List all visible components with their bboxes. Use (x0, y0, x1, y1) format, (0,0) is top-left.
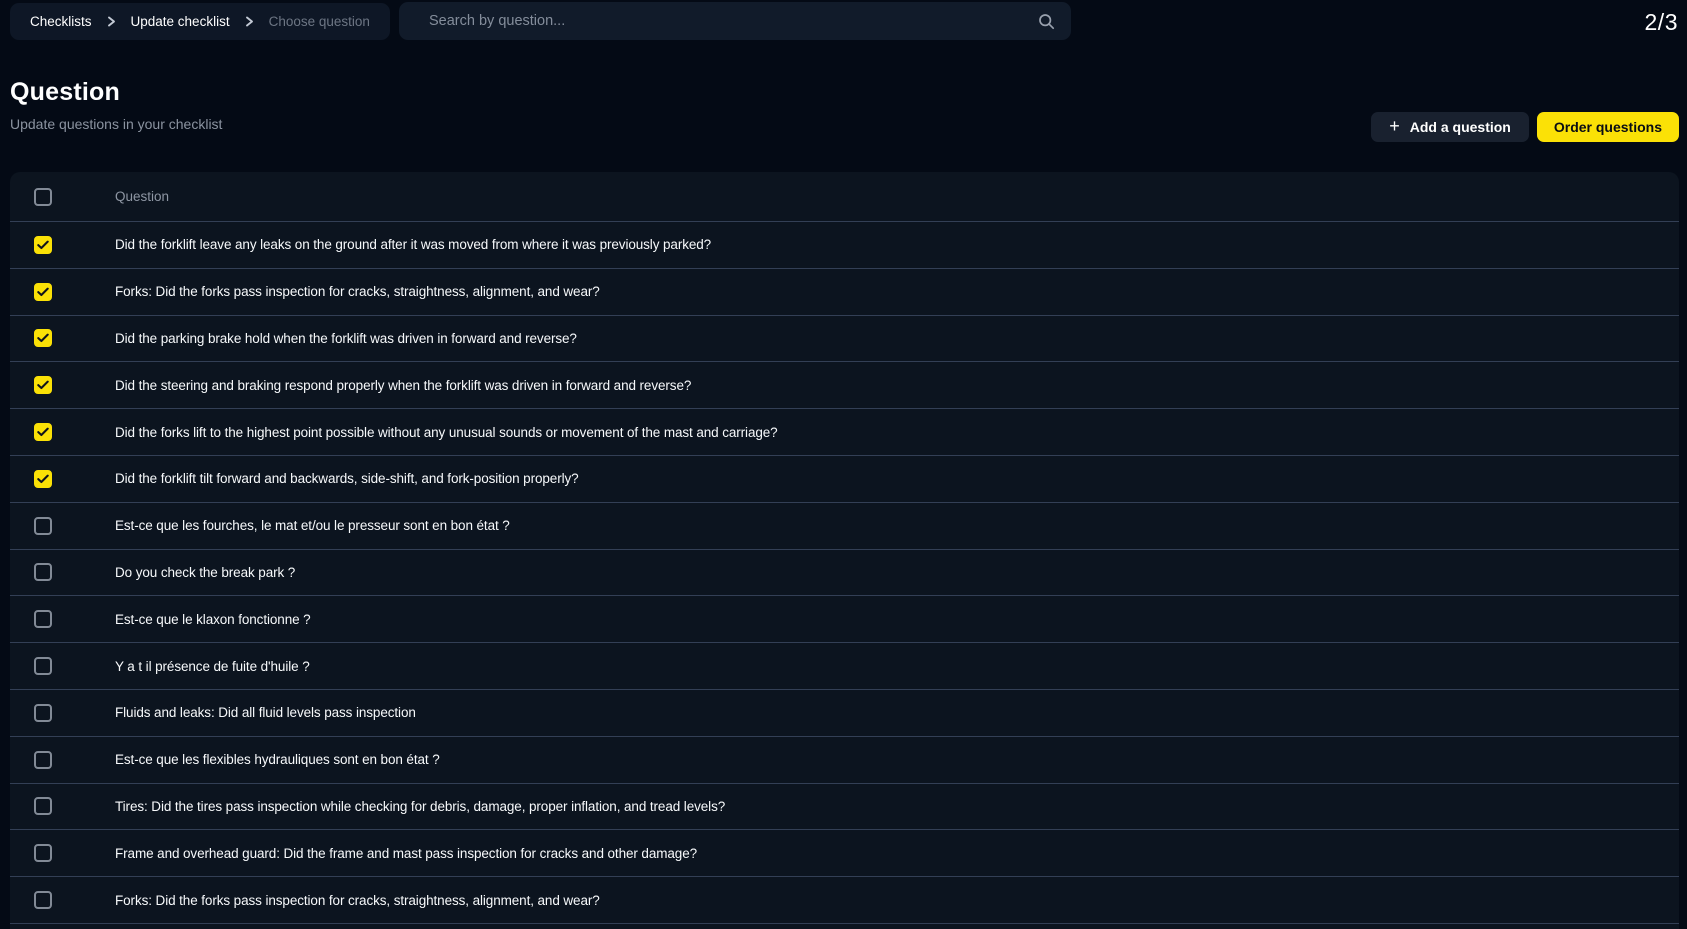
breadcrumb-item-choose-question: Choose question (269, 14, 370, 29)
question-text: Did the forks lift to the highest point … (115, 425, 778, 440)
row-checkbox-checked[interactable] (34, 376, 52, 394)
table-row: Forks: Did the forks pass inspection for… (10, 877, 1679, 924)
question-table: Question Did the forklift leave any leak… (10, 172, 1679, 929)
question-text: Did the steering and braking respond pro… (115, 378, 691, 393)
page-indicator: 2/3 (1645, 9, 1678, 36)
breadcrumb: Checklists Update checklist Choose quest… (10, 3, 390, 40)
row-checkbox-unchecked[interactable] (34, 797, 52, 815)
question-text: Tires: Did the tires pass inspection whi… (115, 799, 725, 814)
table-row: Est-ce que les flexibles hydrauliques so… (10, 737, 1679, 784)
question-text: Do you check the break park ? (115, 565, 295, 580)
row-checkbox-unchecked[interactable] (34, 517, 52, 535)
table-row: Fluids and leaks: Did all fluid levels p… (10, 690, 1679, 737)
select-all-checkbox[interactable] (34, 188, 52, 206)
search-icon[interactable] (1038, 13, 1055, 30)
row-checkbox-unchecked[interactable] (34, 610, 52, 628)
question-text: Fluids and leaks: Did all fluid levels p… (115, 705, 416, 720)
question-text: Est-ce que les flexibles hydrauliques so… (115, 752, 440, 767)
table-row: Est-ce que les fourches, le mat et/ou le… (10, 503, 1679, 550)
question-text: Y a t il présence de fuite d'huile ? (115, 659, 310, 674)
breadcrumb-item-checklists[interactable]: Checklists (30, 14, 92, 29)
search-input[interactable] (399, 2, 1038, 40)
header-actions: + Add a question Order questions (1371, 112, 1679, 142)
question-text: Did the parking brake hold when the fork… (115, 331, 577, 346)
table-row: Est-ce que le klaxon fonctionne ? (10, 596, 1679, 643)
search-bar (399, 2, 1071, 40)
table-row: Y a t il présence de fuite d'huile ? (10, 643, 1679, 690)
row-checkbox-checked[interactable] (34, 329, 52, 347)
row-checkbox-unchecked[interactable] (34, 657, 52, 675)
table-row: Tires: Did the tires pass inspection whi… (10, 784, 1679, 831)
table-row: Forks: Did the forks pass inspection for… (10, 269, 1679, 316)
row-checkbox-unchecked[interactable] (34, 844, 52, 862)
table-header-row: Question (10, 172, 1679, 222)
row-checkbox-unchecked[interactable] (34, 891, 52, 909)
add-question-button[interactable]: + Add a question (1371, 112, 1529, 142)
table-row: Do you check the break park ? (10, 550, 1679, 597)
row-checkbox-checked[interactable] (34, 423, 52, 441)
question-table-body: Did the forklift leave any leaks on the … (10, 222, 1679, 924)
add-question-label: Add a question (1410, 119, 1511, 135)
question-text: Did the forklift tilt forward and backwa… (115, 471, 579, 486)
row-checkbox-unchecked[interactable] (34, 704, 52, 722)
row-checkbox-checked[interactable] (34, 236, 52, 254)
row-checkbox-unchecked[interactable] (34, 751, 52, 769)
page-title: Question (10, 78, 222, 107)
question-text: Est-ce que le klaxon fonctionne ? (115, 612, 311, 627)
table-row: Frame and overhead guard: Did the frame … (10, 830, 1679, 877)
question-text: Frame and overhead guard: Did the frame … (115, 846, 697, 861)
order-questions-button[interactable]: Order questions (1537, 112, 1679, 142)
chevron-right-icon (245, 16, 254, 27)
table-row: Did the forklift tilt forward and backwa… (10, 456, 1679, 503)
plus-icon: + (1389, 117, 1400, 135)
page-subtitle: Update questions in your checklist (10, 116, 222, 132)
question-text: Did the forklift leave any leaks on the … (115, 237, 711, 252)
row-checkbox-checked[interactable] (34, 470, 52, 488)
question-text: Est-ce que les fourches, le mat et/ou le… (115, 518, 510, 533)
question-text: Forks: Did the forks pass inspection for… (115, 893, 600, 908)
breadcrumb-item-update-checklist[interactable]: Update checklist (131, 14, 230, 29)
table-row: Did the forklift leave any leaks on the … (10, 222, 1679, 269)
table-row: Did the parking brake hold when the fork… (10, 316, 1679, 363)
chevron-right-icon (107, 16, 116, 27)
table-row: Did the forks lift to the highest point … (10, 409, 1679, 456)
table-row: Did the steering and braking respond pro… (10, 362, 1679, 409)
row-checkbox-unchecked[interactable] (34, 563, 52, 581)
question-column-header: Question (115, 189, 169, 204)
question-text: Forks: Did the forks pass inspection for… (115, 284, 600, 299)
row-checkbox-checked[interactable] (34, 283, 52, 301)
